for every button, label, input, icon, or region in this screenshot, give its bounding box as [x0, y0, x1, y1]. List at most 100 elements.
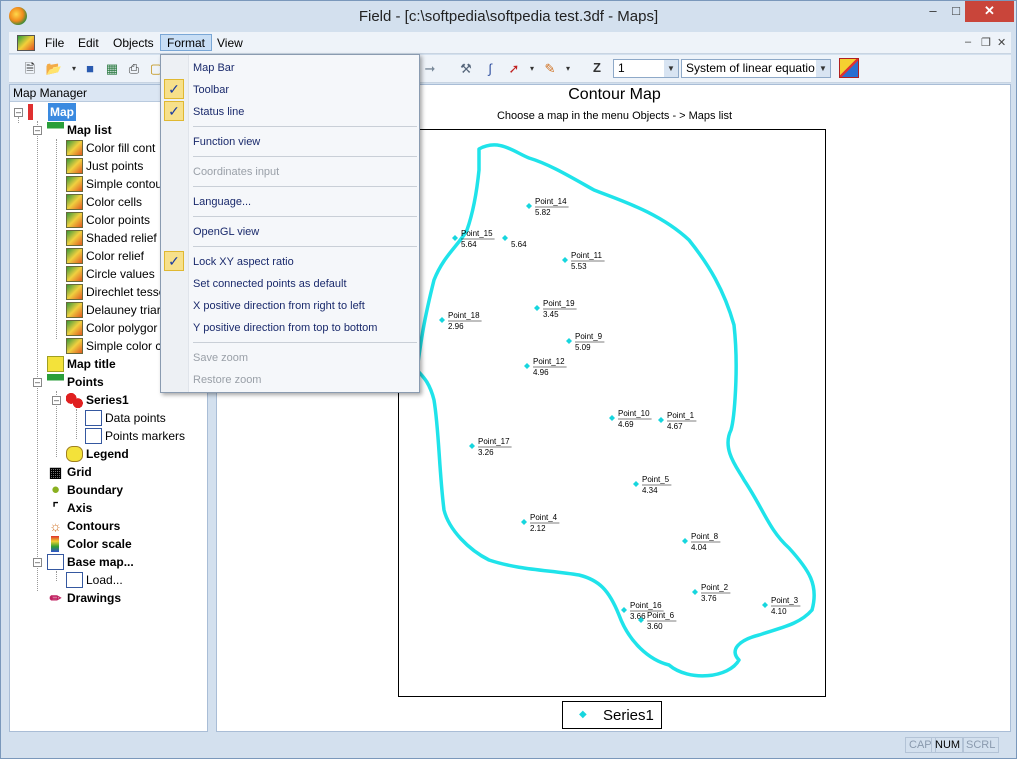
point-value-label: 5.64 [511, 240, 527, 249]
map-icon [66, 158, 83, 174]
map-boundary [415, 143, 816, 678]
new-file-icon[interactable]: 🗎 [21, 60, 39, 77]
map-icon [66, 176, 83, 192]
point-name-label: Point_12 [533, 357, 565, 366]
solver-method-value: System of linear equatio [686, 61, 815, 75]
save-icon[interactable]: ■ [81, 60, 99, 77]
mdi-close-button[interactable]: ✕ [997, 36, 1006, 49]
save-as-icon[interactable]: ▦ [103, 60, 121, 77]
title-bar: Field - [c:\softpedia\softpedia test.3df… [1, 1, 1016, 31]
color-scale-icon [51, 536, 59, 552]
point-name-label: Point_5 [642, 475, 670, 484]
menu-format[interactable]: Format [160, 34, 213, 51]
arrow-right-icon[interactable]: ➞ [421, 60, 439, 77]
menu-item-language[interactable]: Language... [193, 192, 251, 212]
point-name-label: Point_18 [448, 311, 480, 320]
data-point-marker[interactable] [692, 589, 698, 595]
line-draw-icon[interactable]: ➚ [505, 60, 523, 77]
point-value-label: 4.67 [667, 422, 683, 431]
solver-method-select[interactable]: System of linear equatio ▼ [681, 59, 831, 78]
mdi-minimize-button[interactable]: – [965, 36, 971, 48]
map-icon [66, 140, 83, 156]
collapse-series1-toggle[interactable]: – [52, 396, 61, 405]
point-value-label: 4.04 [691, 543, 707, 552]
chevron-down-icon[interactable]: ▼ [816, 60, 830, 77]
point-name-label: Point_16 [630, 601, 662, 610]
close-window-button[interactable]: ✕ [965, 1, 1014, 22]
map-view-icon[interactable] [839, 58, 859, 78]
point-value-label: 3.66 [630, 612, 646, 621]
menu-item-toolbar[interactable]: Toolbar [193, 80, 229, 100]
point-name-label: Point_6 [647, 611, 675, 620]
collapse-map-list-toggle[interactable]: – [33, 126, 42, 135]
print-icon[interactable]: ⎙ [125, 60, 143, 77]
function-icon[interactable]: ∫ [481, 60, 499, 77]
point-value-label: 3.76 [701, 594, 717, 603]
point-name-label: Point_4 [530, 513, 558, 522]
data-point-marker[interactable] [762, 602, 768, 608]
data-point-marker[interactable] [658, 417, 664, 423]
map-root-icon [28, 104, 45, 120]
data-point-marker[interactable] [562, 257, 568, 263]
data-point-marker[interactable] [524, 363, 530, 369]
data-point-marker[interactable] [534, 305, 540, 311]
pen-dropdown-arrow-icon[interactable]: ▾ [559, 60, 577, 77]
base-map-icon [47, 554, 64, 570]
data-point-marker[interactable] [566, 338, 572, 344]
data-point-marker[interactable] [682, 538, 688, 544]
menu-item-function-view[interactable]: Function view [193, 132, 260, 152]
collapse-points-toggle[interactable]: – [33, 378, 42, 387]
document-map-icon[interactable] [17, 35, 35, 51]
menu-item-x-direction[interactable]: X positive direction from right to left [193, 296, 365, 316]
z-level-select[interactable]: 1 ▼ [613, 59, 679, 78]
menu-file[interactable]: File [39, 35, 70, 52]
point-name-label: Point_2 [701, 583, 729, 592]
format-menu-dropdown: Map Bar ✓ Toolbar ✓ Status line Function… [160, 54, 420, 393]
menu-edit[interactable]: Edit [72, 35, 105, 52]
data-point-marker[interactable] [469, 443, 475, 449]
menu-item-map-bar[interactable]: Map Bar [193, 58, 235, 78]
legend[interactable]: ◆ Series1 [562, 701, 662, 729]
menu-view[interactable]: View [211, 35, 249, 52]
open-folder-icon[interactable]: 📂 [45, 60, 63, 77]
menu-item-connected-points-default[interactable]: Set connected points as default [193, 274, 347, 294]
data-point-marker[interactable] [621, 607, 627, 613]
data-point-marker[interactable] [521, 519, 527, 525]
map-list-icon [47, 122, 64, 138]
pen-icon[interactable]: ✎ [541, 60, 559, 77]
points-icon [47, 374, 64, 390]
minimize-button[interactable]: – [919, 1, 947, 22]
load-file-icon [66, 572, 83, 588]
tree-node-map-label: Map [48, 103, 76, 121]
collapse-map-toggle[interactable]: – [14, 108, 23, 117]
drawings-icon: ✏ [49, 590, 62, 606]
data-point-marker[interactable] [452, 235, 458, 241]
mdi-restore-button[interactable]: ❐ [981, 36, 991, 49]
application-window: Field - [c:\softpedia\softpedia test.3df… [0, 0, 1017, 759]
line-dropdown-arrow-icon[interactable]: ▾ [523, 60, 541, 77]
tools-icon[interactable]: ⚒ [457, 60, 475, 77]
menu-item-y-direction[interactable]: Y positive direction from top to bottom [193, 318, 377, 338]
table-icon [85, 428, 102, 444]
menu-separator [193, 216, 417, 217]
map-icon [66, 320, 83, 336]
window-title: Field - [c:\softpedia\softpedia test.3df… [358, 8, 659, 25]
menu-item-status-line[interactable]: Status line [193, 102, 244, 122]
chevron-down-icon[interactable]: ▼ [664, 60, 678, 77]
data-point-marker[interactable] [502, 235, 508, 241]
collapse-base-map-toggle[interactable]: – [33, 558, 42, 567]
data-point-marker[interactable] [526, 203, 532, 209]
data-point-marker[interactable] [439, 317, 445, 323]
menu-item-lock-xy-aspect[interactable]: Lock XY aspect ratio [193, 252, 294, 272]
menu-item-opengl-view[interactable]: OpenGL view [193, 222, 259, 242]
maximize-button[interactable]: □ [947, 1, 965, 22]
data-point-marker[interactable] [609, 415, 615, 421]
point-name-label: Point_14 [535, 197, 567, 206]
map-icon [66, 284, 83, 300]
data-point-marker[interactable] [633, 481, 639, 487]
map-frame[interactable]: Point_14 5.82 Point_15 5.64 5.64 Point_11 5.53… [398, 129, 826, 697]
point-value-label: 2.12 [530, 524, 546, 533]
menu-objects[interactable]: Objects [107, 35, 160, 52]
map-icon [66, 338, 83, 354]
contour-map-canvas[interactable]: Point_14 5.82 Point_15 5.64 5.64 Point_11 5.53… [399, 130, 825, 696]
